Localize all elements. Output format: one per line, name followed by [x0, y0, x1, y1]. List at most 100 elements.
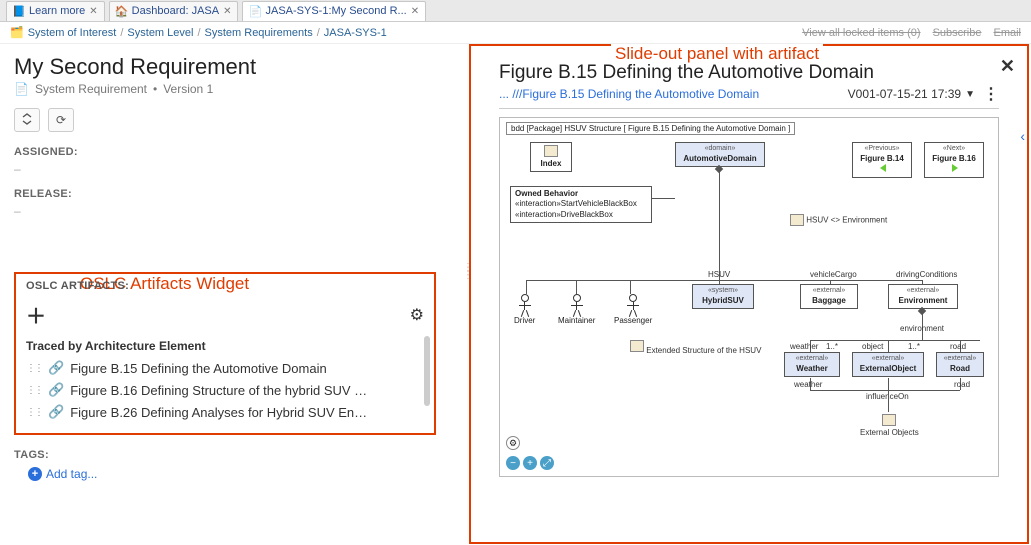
close-icon[interactable]: ✕ — [89, 6, 97, 17]
artifact-row[interactable]: ⋮⋮ 🔗 Figure B.16 Defining Structure of t… — [26, 379, 424, 401]
slide-out-panel: Slide-out panel with artifact ⋮⋮⋮ ✕ ‹ Fi… — [469, 44, 1029, 544]
block-label: Road — [950, 364, 970, 373]
panel-path[interactable]: ... ///Figure B.15 Defining the Automoti… — [499, 87, 759, 101]
widget-settings-button[interactable]: ⚙ — [410, 305, 424, 325]
package-icon — [630, 340, 644, 352]
tab-strip: 📘 Learn more ✕ 🏠 Dashboard: JASA ✕ 📄 JAS… — [0, 0, 1031, 22]
stereotype: «domain» — [679, 145, 761, 153]
actor-maintainer[interactable]: Maintainer — [558, 294, 595, 325]
trace-section-heading: Traced by Architecture Element — [26, 339, 424, 353]
role-label: drivingConditions — [896, 270, 957, 279]
email-link[interactable]: Email — [993, 27, 1021, 39]
block-label: AutomotiveDomain — [683, 154, 756, 163]
divider — [499, 108, 999, 109]
zoom-out-button[interactable]: − — [506, 456, 520, 470]
crumb[interactable]: System Requirements — [205, 27, 313, 39]
block-label: Index — [541, 159, 562, 168]
drag-handle-icon[interactable]: ⋮⋮ — [26, 363, 42, 374]
header-actions: View all locked items (0) Subscribe Emai… — [802, 27, 1021, 39]
connector — [576, 280, 577, 294]
drag-handle-icon[interactable]: ⋮⋮ — [26, 407, 42, 418]
label-text: HSUV <> Environment — [806, 216, 887, 225]
role-label: HSUV — [708, 270, 730, 279]
more-actions-button[interactable]: ⋮ — [983, 84, 999, 104]
crumb[interactable]: JASA-SYS-1 — [324, 27, 387, 39]
hybrid-suv-block[interactable]: «system» HybridSUV — [692, 284, 754, 309]
refresh-icon: ⟳ — [56, 113, 66, 127]
artifact-row[interactable]: ⋮⋮ 🔗 Figure B.26 Defining Analyses for H… — [26, 401, 424, 423]
owned-line: «interaction»StartVehicleBlackBox — [515, 199, 637, 208]
assoc-label: road — [954, 380, 970, 389]
refresh-button[interactable]: ⟳ — [48, 108, 74, 132]
owned-heading: Owned Behavior — [515, 189, 578, 198]
connector — [719, 168, 720, 280]
next-block[interactable]: «Next» Figure B.16 — [924, 142, 984, 178]
connector — [888, 378, 889, 390]
tab-current-item[interactable]: 📄 JASA-SYS-1:My Second R... ✕ — [242, 1, 426, 21]
weather-block[interactable]: «external» Weather — [784, 352, 840, 377]
bdd-diagram[interactable]: bdd [Package] HSUV Structure [ Figure B.… — [499, 117, 999, 477]
page-title: My Second Requirement — [14, 54, 436, 80]
artifact-row[interactable]: ⋮⋮ 🔗 Figure B.15 Defining the Automotive… — [26, 357, 424, 379]
close-panel-button[interactable]: ✕ — [1000, 56, 1015, 77]
add-tag-label: Add tag... — [46, 467, 97, 481]
hierarchy-icon: 🗂️ — [10, 26, 24, 39]
actor-driver[interactable]: Driver — [514, 294, 535, 325]
annotation-panel-label: Slide-out panel with artifact — [611, 44, 823, 64]
item-detail-pane: My Second Requirement 📄 System Requireme… — [0, 44, 450, 545]
index-block[interactable]: Index — [530, 142, 572, 172]
oslc-artifacts-widget: OSLC ARTIFACTS: ＋ ⚙ Traced by Architectu… — [14, 272, 436, 435]
home-icon: 🏠 — [116, 5, 128, 17]
stereotype: «external» — [856, 355, 920, 363]
package-icon — [544, 145, 558, 157]
close-icon[interactable]: ✕ — [223, 6, 231, 17]
block-label: Baggage — [812, 296, 846, 305]
connector — [810, 340, 980, 341]
actor-passenger[interactable]: Passenger — [614, 294, 652, 325]
artifact-label: Figure B.16 Defining Structure of the hy… — [70, 383, 367, 398]
external-object-block[interactable]: «external» ExternalObject — [852, 352, 924, 377]
connector — [526, 280, 527, 294]
zoom-in-button[interactable]: + — [523, 456, 537, 470]
item-version: Version 1 — [163, 82, 213, 96]
block-label: Weather — [796, 364, 827, 373]
owned-behavior-block[interactable]: Owned Behavior «interaction»StartVehicle… — [510, 186, 652, 223]
fit-button[interactable]: ⤢ — [540, 456, 554, 470]
separator: • — [153, 82, 157, 96]
plus-circle-icon: + — [28, 467, 42, 481]
add-tag-button[interactable]: + Add tag... — [28, 467, 436, 481]
view-locked-link[interactable]: View all locked items (0) — [802, 27, 920, 39]
scrollbar[interactable] — [424, 336, 430, 406]
subscribe-link[interactable]: Subscribe — [933, 27, 982, 39]
stereotype: «Previous» — [856, 145, 908, 153]
breadcrumb: 🗂️ System of Interest/ System Level/ Sys… — [10, 26, 387, 39]
package-icon — [882, 414, 896, 426]
baggage-block[interactable]: «external» Baggage — [800, 284, 858, 309]
drag-handle-icon[interactable]: ⋮⋮ — [26, 385, 42, 396]
link-icon: 🔗 — [48, 404, 64, 420]
panel-title: Figure B.15 Defining the Automotive Doma… — [499, 62, 999, 84]
item-type: System Requirement — [35, 82, 147, 96]
road-block[interactable]: «external» Road — [936, 352, 984, 377]
assoc-label: weather — [794, 380, 822, 389]
expand-toggle-button[interactable] — [14, 108, 40, 132]
tab-dashboard[interactable]: 🏠 Dashboard: JASA ✕ — [109, 1, 239, 21]
release-label: RELEASE: — [14, 188, 436, 200]
crumb[interactable]: System Level — [127, 27, 193, 39]
add-artifact-button[interactable]: ＋ — [26, 300, 46, 329]
version-dropdown[interactable]: V001-07-15-21 17:39 ▼ — [848, 87, 975, 101]
collapse-chevron-icon[interactable]: ‹ — [1020, 128, 1025, 144]
environment-block[interactable]: «external» Environment — [888, 284, 958, 309]
caret-down-icon: ▼ — [965, 89, 975, 100]
connector — [810, 390, 960, 391]
previous-block[interactable]: «Previous» Figure B.14 — [852, 142, 912, 178]
crumb[interactable]: System of Interest — [28, 27, 117, 39]
block-label: Environment — [899, 296, 948, 305]
automotive-domain-block[interactable]: «domain» AutomotiveDomain — [675, 142, 765, 167]
tab-learn-more[interactable]: 📘 Learn more ✕ — [6, 1, 105, 21]
diagram-settings-button[interactable]: ⚙ — [506, 436, 520, 450]
assigned-value: – — [14, 162, 436, 176]
close-icon[interactable]: ✕ — [411, 6, 419, 17]
connector — [888, 390, 889, 412]
tags-label: TAGS: — [14, 449, 436, 461]
